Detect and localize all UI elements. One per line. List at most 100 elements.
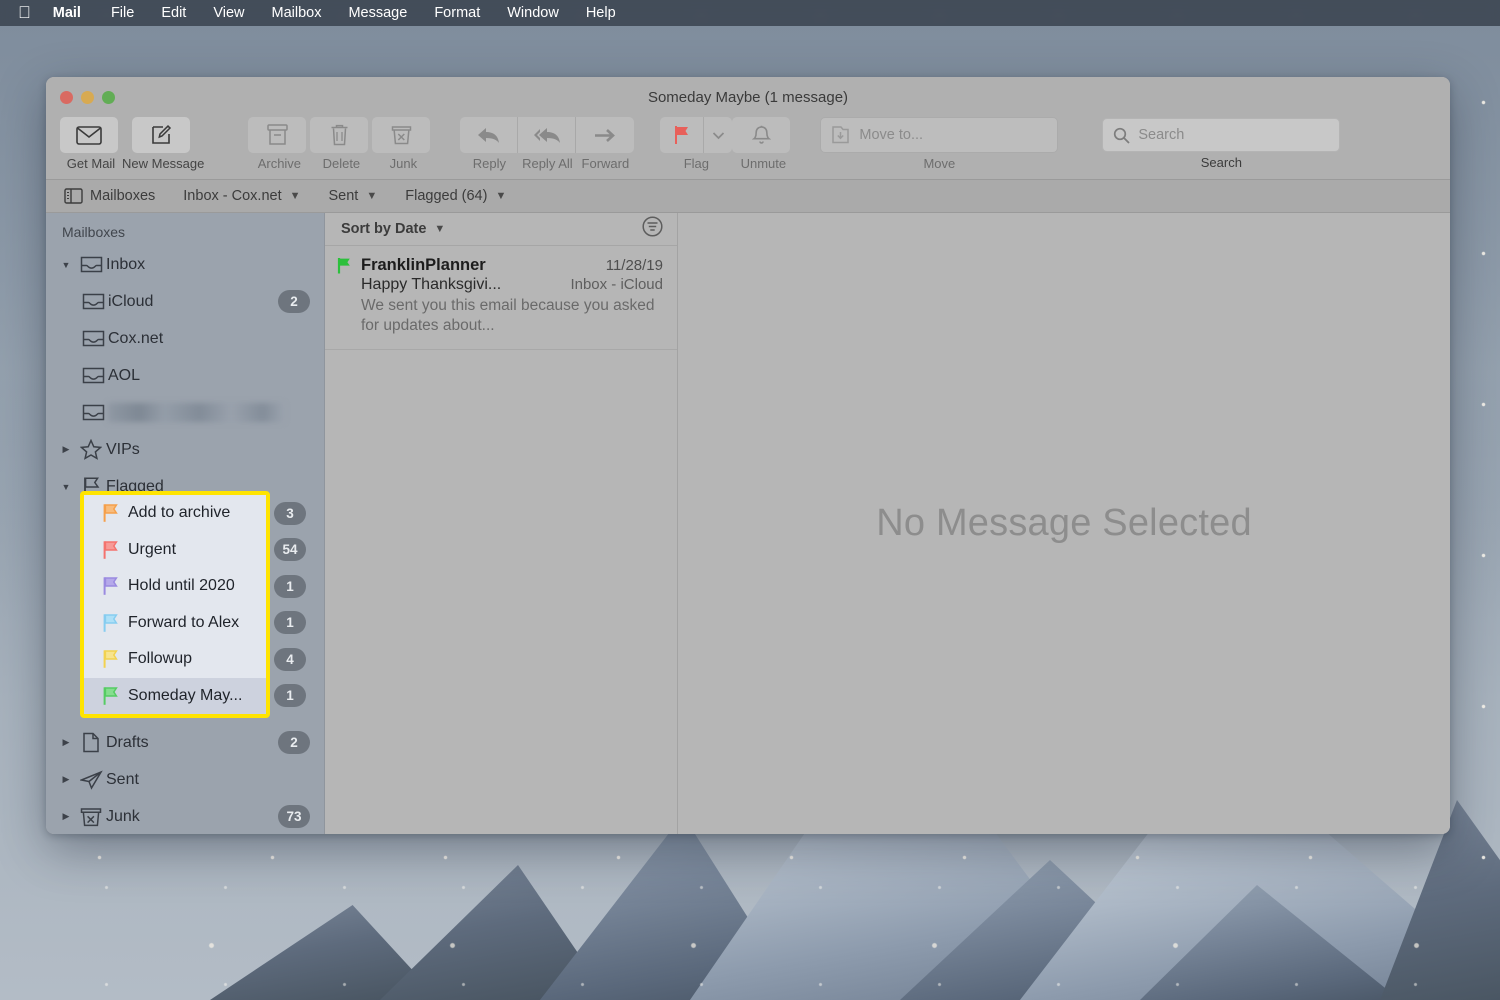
window-title: Someday Maybe (1 message) — [647, 88, 849, 106]
search-field[interactable]: Search — [1102, 118, 1341, 152]
message-list-item[interactable]: FranklinPlanner 11/28/19 Happy Thanksgiv… — [325, 246, 677, 350]
search-group: Search Search — [1102, 118, 1341, 170]
badge-row: 1 — [274, 605, 320, 642]
favorite-inbox-label: Inbox - Cox.net — [183, 188, 282, 204]
badge-row: 1 — [274, 678, 320, 715]
mailbox-sidebar: Mailboxes ▼ Inbox iCloud 2 Cox.net AOL ▶… — [46, 213, 324, 834]
unread-badge: 3 — [274, 501, 306, 525]
archive-label: Archive — [257, 156, 302, 171]
sidebar-item-flag-someday-maybe[interactable]: Someday May... — [84, 677, 266, 714]
message-header-line: FranklinPlanner 11/28/19 — [361, 256, 663, 275]
bell-icon — [751, 125, 771, 146]
forward-label: Forward — [581, 156, 630, 171]
sidebar-item-redacted[interactable] — [46, 394, 324, 431]
reply-all-button[interactable] — [518, 117, 577, 153]
sidebar-item-sent[interactable]: ▶ Sent — [46, 761, 324, 798]
favorite-sent-label: Sent — [328, 188, 359, 204]
favorite-flagged[interactable]: Flagged (64) ▼ — [405, 188, 506, 204]
disclosure-triangle-right-icon[interactable]: ▶ — [56, 737, 76, 748]
sidebar-item-label: iCloud — [108, 292, 154, 310]
menu-bar:  Mail File Edit View Mailbox Message Fo… — [0, 0, 1500, 26]
new-message-label: New Message — [122, 156, 205, 171]
forward-group: Forward — [576, 117, 635, 171]
chevron-down-icon: ▼ — [289, 190, 301, 202]
favorites-bar: Mailboxes Inbox - Cox.net ▼ Sent ▼ Flagg… — [46, 179, 1450, 213]
disclosure-triangle-right-icon[interactable]: ▶ — [56, 444, 76, 455]
flag-mailbox-group-highlight: Add to archive Urgent Hold until 2020 Fo… — [80, 491, 270, 718]
badge-row: 54 — [274, 532, 320, 569]
menu-item-message[interactable]: Message — [348, 5, 407, 21]
menu-item-format[interactable]: Format — [434, 5, 480, 21]
menu-item-file[interactable]: File — [111, 5, 134, 21]
sort-by-control[interactable]: Sort by Date ▼ — [341, 221, 445, 237]
sidebar-item-label: AOL — [108, 366, 141, 384]
reply-group: Reply — [460, 117, 519, 171]
get-mail-button[interactable] — [60, 117, 118, 153]
sidebar-item-label: Junk — [106, 807, 140, 825]
disclosure-triangle-down-icon[interactable]: ▼ — [56, 482, 76, 492]
menu-item-edit[interactable]: Edit — [161, 5, 186, 21]
junk-label: Junk — [389, 156, 418, 171]
message-subject-line: Happy Thanksgivi... Inbox - iCloud — [361, 276, 663, 294]
sidebar-item-flag-add-to-archive[interactable]: Add to archive — [84, 495, 266, 532]
sidebar-header: Mailboxes — [62, 224, 126, 240]
flag-icon — [102, 540, 128, 560]
sidebar-item-drafts[interactable]: ▶ Drafts 2 — [46, 724, 324, 761]
disclosure-triangle-down-icon[interactable]: ▼ — [56, 260, 76, 270]
favorite-sent[interactable]: Sent ▼ — [329, 188, 378, 204]
unmute-button[interactable] — [732, 117, 791, 153]
drafts-icon — [76, 732, 106, 753]
menu-item-mail[interactable]: Mail — [53, 5, 81, 21]
menu-item-mailbox[interactable]: Mailbox — [272, 5, 322, 21]
flag-button[interactable] — [660, 117, 705, 153]
sent-icon — [76, 769, 106, 790]
move-to-icon — [831, 125, 850, 145]
filter-icon[interactable] — [642, 216, 663, 242]
badge-row: 1 — [274, 568, 320, 605]
favorite-inbox[interactable]: Inbox - Cox.net ▼ — [183, 188, 300, 204]
sidebar-item-aol[interactable]: AOL — [46, 357, 324, 394]
new-message-group: New Message — [122, 117, 204, 171]
inbox-icon — [76, 256, 106, 273]
delete-button[interactable] — [310, 117, 369, 153]
sidebar-item-flag-urgent[interactable]: Urgent — [84, 532, 266, 569]
sidebar-item-label: Cox.net — [108, 329, 164, 347]
flag-dropdown-button[interactable] — [704, 117, 733, 153]
move-to-field[interactable]: Move to... — [820, 117, 1059, 153]
disclosure-triangle-right-icon[interactable]: ▶ — [56, 811, 76, 822]
sidebar-item-flag-hold-until-2020[interactable]: Hold until 2020 — [84, 568, 266, 605]
inbox-icon — [78, 367, 108, 384]
junk-button[interactable] — [372, 117, 431, 153]
sidebar-item-inbox[interactable]: ▼ Inbox — [46, 246, 324, 283]
unmute-label: Unmute — [740, 156, 787, 171]
menu-item-window[interactable]: Window — [507, 5, 559, 21]
apple-logo-icon[interactable]:  — [18, 4, 31, 21]
message-list-header: Sort by Date ▼ — [325, 213, 677, 246]
window-body: Mailboxes ▼ Inbox iCloud 2 Cox.net AOL ▶… — [46, 213, 1450, 834]
sidebar-item-flag-forward-to-alex[interactable]: Forward to Alex — [84, 605, 266, 642]
flag-icon — [102, 503, 128, 523]
archive-button[interactable] — [248, 117, 307, 153]
sidebar-item-coxnet[interactable]: Cox.net — [46, 320, 324, 357]
inbox-icon — [78, 404, 108, 421]
sidebar-item-label: VIPs — [106, 440, 140, 458]
unread-badge: 2 — [278, 731, 310, 754]
sidebar-item-flag-followup[interactable]: Followup — [84, 641, 266, 678]
message-list: Sort by Date ▼ FranklinPlanner 11/28/19 … — [324, 213, 678, 834]
sidebar-item-icloud[interactable]: iCloud 2 — [46, 283, 324, 320]
chevron-down-icon: ▼ — [434, 223, 446, 235]
sidebar-item-junk[interactable]: ▶ Junk 73 — [46, 798, 324, 834]
reply-all-arrow-icon — [532, 126, 561, 145]
unmute-group: Unmute — [732, 117, 794, 171]
reading-pane: No Message Selected — [678, 213, 1450, 834]
reply-button[interactable] — [460, 117, 519, 153]
chevron-down-icon: ▼ — [366, 190, 378, 202]
new-message-button[interactable] — [132, 117, 191, 153]
menu-item-view[interactable]: View — [213, 5, 244, 21]
disclosure-triangle-right-icon[interactable]: ▶ — [56, 774, 76, 785]
menu-item-help[interactable]: Help — [586, 5, 616, 21]
flag-mailbox-label: Hold until 2020 — [128, 577, 235, 595]
sidebar-item-vips[interactable]: ▶ VIPs — [46, 431, 324, 468]
forward-button[interactable] — [576, 117, 635, 153]
mailboxes-toggle[interactable]: Mailboxes — [64, 188, 155, 204]
